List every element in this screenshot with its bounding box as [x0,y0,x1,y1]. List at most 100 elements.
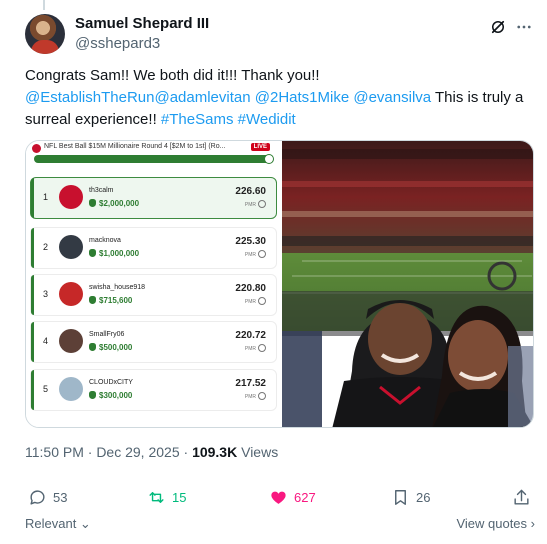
user-avatar [59,377,83,401]
leaderboard-row: 1 th3calm $2,000,000 226.60 PMR [30,177,277,219]
rank: 3 [43,289,49,299]
leaderboard-row: 2 macknova $1,000,000 225.30 PMR [30,227,277,269]
pmr-ring-icon [258,392,266,400]
rank: 5 [43,384,49,394]
pmr: PMR [245,392,266,400]
like-icon [271,491,286,504]
prize: $715,600 [89,296,132,305]
hashtag-link[interactable]: #TheSams [161,111,234,128]
grok-icon[interactable] [489,18,507,36]
score: 225.30 [235,236,266,247]
repost-button[interactable]: 15 [147,484,186,510]
pmr-ring-icon [258,344,266,352]
leaderboard-image[interactable]: NFL Best Ball $15M Millionaire Round 4 [… [26,141,281,427]
prize-amount: $715,600 [99,296,133,305]
username: SmallFry06 [89,331,125,338]
progress-knob [264,154,274,164]
leaderboard-title: NFL Best Ball $15M Millionaire Round 4 [… [44,143,226,150]
relevant-label: Relevant [25,516,77,531]
user-avatar [59,329,83,353]
prize-amount: $300,000 [99,391,133,400]
reply-icon [30,489,45,505]
rank: 1 [43,192,49,202]
pmr-ring-icon [258,200,266,208]
share-icon [514,489,529,505]
pmr: PMR [245,250,266,258]
row-accent [31,275,34,315]
username: macknova [89,237,121,244]
mention-link[interactable]: @adamlevitan [154,89,250,106]
user-avatar [59,185,83,209]
pmr-label: PMR [244,346,256,352]
rank: 4 [43,336,49,346]
pmr: PMR [245,200,266,208]
bookmark-button[interactable]: 26 [391,484,430,510]
username: CLOUDxCITY [89,379,133,386]
stadium-selfie-image [282,141,533,427]
hashtag-link[interactable]: #Wedidit [238,111,296,128]
tweet-timestamp[interactable]: 11:50 PM · Dec 29, 2025 · 109.3K Views [25,444,278,460]
action-bar: 53 15 627 26 [25,484,535,510]
avatar[interactable] [25,14,65,54]
author-handle[interactable]: @sshepard3 [75,35,160,52]
leaderboard-header: NFL Best Ball $15M Millionaire Round 4 [… [32,143,276,155]
chevron-right-icon: › [527,516,535,531]
contest-logo-icon [32,144,41,153]
live-badge: LIVE [250,143,270,151]
contest-progress-fill [34,155,272,163]
money-bag-icon [89,391,96,399]
mention-link[interactable]: @2Hats1Mike [255,89,349,106]
prize: $500,000 [89,343,132,352]
prize: $300,000 [89,391,132,400]
views-count: 109.3K [192,444,238,460]
pmr-label: PMR [244,252,256,258]
tweet-media[interactable]: NFL Best Ball $15M Millionaire Round 4 [… [25,140,534,428]
tweet-footer: Relevant ⌄ View quotes › [25,516,535,534]
money-bag-icon [89,249,96,257]
pmr: PMR [245,297,266,305]
score: 220.80 [235,283,266,294]
time-date[interactable]: 11:50 PM · Dec 29, 2025 · [25,444,192,460]
thread-connector [43,0,45,10]
views-label: Views [237,444,279,460]
like-count: 627 [294,489,316,505]
mention-link[interactable]: @evansilva [353,89,431,106]
repost-icon [149,491,164,503]
money-bag-icon [89,296,96,304]
money-bag-icon [89,199,96,207]
author-name[interactable]: Samuel Shepard III [75,15,209,32]
view-quotes-link[interactable]: View quotes › [456,516,535,531]
pmr: PMR [245,344,266,352]
pmr-label: PMR [244,299,256,305]
row-accent [31,322,34,362]
prize-amount: $500,000 [99,343,133,352]
tweet-header: Samuel Shepard III @sshepard3 [25,14,533,54]
tweet-text-segment: Congrats Sam!! We both did it!!! Thank y… [25,67,320,84]
row-accent [31,228,34,268]
pmr-ring-icon [258,250,266,258]
row-accent [31,178,34,218]
reply-button[interactable]: 53 [28,484,67,510]
leaderboard-row: 4 SmallFry06 $500,000 220.72 PMR [30,321,277,363]
pmr-label: PMR [244,202,256,208]
pmr-ring-icon [258,297,266,305]
reply-count: 53 [53,489,68,505]
bookmark-icon [395,489,406,505]
repost-count: 15 [172,489,187,505]
user-avatar [59,235,83,259]
chevron-down-icon: ⌄ [76,516,91,531]
more-icon[interactable] [515,18,533,36]
user-avatar [59,282,83,306]
bookmark-count: 26 [416,489,431,505]
relevant-sort-button[interactable]: Relevant ⌄ [25,516,91,532]
leaderboard-row: 5 CLOUDxCITY $300,000 217.52 PMR [30,369,277,411]
money-bag-icon [89,343,96,351]
like-button[interactable]: 627 [269,484,316,510]
share-button[interactable] [512,484,537,510]
pmr-label: PMR [244,394,256,400]
username: swisha_house918 [89,284,146,291]
score: 220.72 [235,330,266,341]
rank: 2 [43,242,49,252]
stadium-photo[interactable] [282,141,533,427]
mention-link[interactable]: @EstablishTheRun [25,89,154,106]
